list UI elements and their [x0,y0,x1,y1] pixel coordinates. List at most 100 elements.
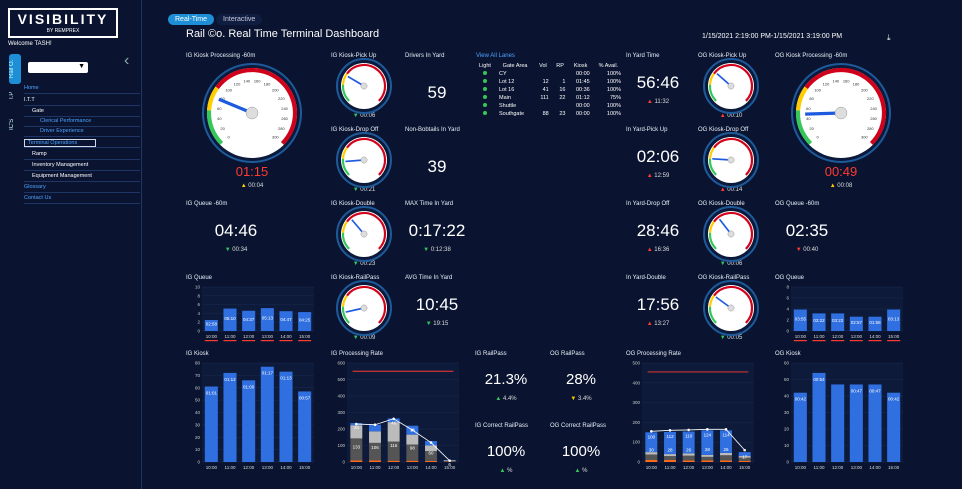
sla-marker [260,340,274,342]
bar[interactable] [793,392,807,462]
data-label: 03:55 [795,316,807,321]
y-tick-label: 200 [632,420,640,425]
stacked-bar-segment[interactable] [645,454,658,461]
bar[interactable] [849,384,863,462]
y-tick-label: 40 [784,394,790,399]
gauge-hub [727,82,735,90]
x-tick-label: 10:00 [795,334,807,339]
stacked-bar-segment[interactable] [369,460,381,462]
plot-area [642,363,754,462]
gauge-tick-label: 80 [809,96,814,101]
bar[interactable] [279,371,293,462]
sla-marker [279,340,293,342]
x-tick-label: 15:00 [888,465,900,470]
y-tick-label: 300 [632,400,640,405]
gauge-tick-label: 200 [861,88,868,93]
x-tick-label: 10:00 [206,465,218,470]
gauge-hub [245,106,259,120]
trend-point [650,430,653,433]
stacked-bar-segment[interactable] [406,460,419,462]
gauge-tick-label: 280 [278,126,285,131]
y-tick-label: 10 [195,285,201,290]
gauge [336,132,392,188]
stacked-bar-segment[interactable] [369,431,381,443]
bar[interactable] [868,384,882,462]
gauge-tick-label: 60 [217,106,222,111]
stacked-bar-segment[interactable] [350,460,363,462]
x-tick-label: 13:00 [851,334,863,339]
stacked-bar-segment[interactable] [701,460,714,462]
y-tick-label: 60 [195,385,201,390]
data-label: 133 [353,444,361,449]
chart-og_rate: 0 100 200 300 400 500 10:00 11:00 12:00 13:00 14:0… [632,361,754,470]
stacked-bar-segment[interactable] [406,434,419,445]
data-label: 00:42 [795,397,807,402]
data-label: 124 [704,432,712,437]
bar[interactable] [242,380,256,462]
y-tick-label: 20 [784,427,790,432]
x-tick-label: 15:00 [888,334,900,339]
stacked-bar-segment[interactable] [682,455,695,461]
stacked-bar-segment[interactable] [682,453,695,456]
stacked-bar-segment[interactable] [664,454,676,457]
stacked-bar-segment[interactable] [701,456,714,461]
stacked-bar-segment[interactable] [664,460,676,462]
chart-ig_kiosk: 0 10 20 30 40 50 60 70 80 10:00 11:00 12:00 13:00 14:… [195,361,314,470]
x-tick-label: 14:00 [425,465,437,470]
gauge-tick-label: 180 [264,82,271,87]
data-label: 106 [371,445,379,450]
bar[interactable] [298,391,312,462]
gauge-tick-label: 220 [278,96,285,101]
gauge: 020406080100120140 1601802002202402602803… [202,63,302,163]
stacked-bar-segment[interactable] [701,454,714,457]
y-tick-label: 2 [197,320,200,325]
bar[interactable] [831,384,845,462]
data-label: 03:22 [813,318,825,323]
data-label: 00:47 [851,388,863,393]
x-tick-label: 11:00 [225,465,236,470]
bar[interactable] [887,392,901,462]
bar[interactable] [204,386,218,462]
stacked-bar-segment[interactable] [720,455,732,461]
x-tick-label: 14:00 [720,465,732,470]
y-tick-label: 0 [786,460,789,465]
stacked-bar-segment[interactable] [664,456,676,461]
sla-marker [793,340,807,342]
bar[interactable] [260,366,274,462]
y-tick-label: 40 [195,410,201,415]
bar[interactable] [223,372,237,462]
x-tick-label: 12:00 [243,465,255,470]
x-tick-label: 11:00 [814,334,825,339]
gauge-hub [727,156,735,164]
gauge-tick-label: 140 [243,78,250,83]
data-label: 01:00 [243,384,255,389]
stacked-bar-segment[interactable] [425,461,437,462]
gauge: 020406080100120140 1601802002202402602803… [791,63,891,163]
x-tick-label: 13:00 [407,465,419,470]
trend-point [687,428,690,432]
data-label: 00:47 [869,388,881,393]
bar[interactable] [812,372,826,462]
stacked-bar-segment[interactable] [720,452,732,456]
trend-point [448,459,451,462]
stacked-bar-segment[interactable] [720,460,732,462]
data-label: 04:47 [280,317,292,322]
gauge-tick-label: 240 [281,106,288,111]
trend-point [668,429,672,432]
data-label: 05:10 [224,316,236,321]
stacked-bar-segment[interactable] [738,461,751,462]
data-label: 02:57 [851,320,863,325]
gauge-tick-label: 160 [254,78,261,83]
stacked-bar-segment[interactable] [387,460,400,462]
stacked-bar-segment[interactable] [350,438,363,461]
data-label: 98 [410,445,416,450]
gauge [336,206,392,262]
data-label: 26 [723,447,729,452]
sla-marker [812,340,826,342]
x-tick-label: 11:00 [370,465,381,470]
data-label: 00:57 [299,395,311,400]
stacked-bar-segment[interactable] [682,460,695,462]
stacked-bar-segment[interactable] [645,460,658,462]
gauge [703,58,759,114]
y-tick-label: 60 [784,361,790,366]
